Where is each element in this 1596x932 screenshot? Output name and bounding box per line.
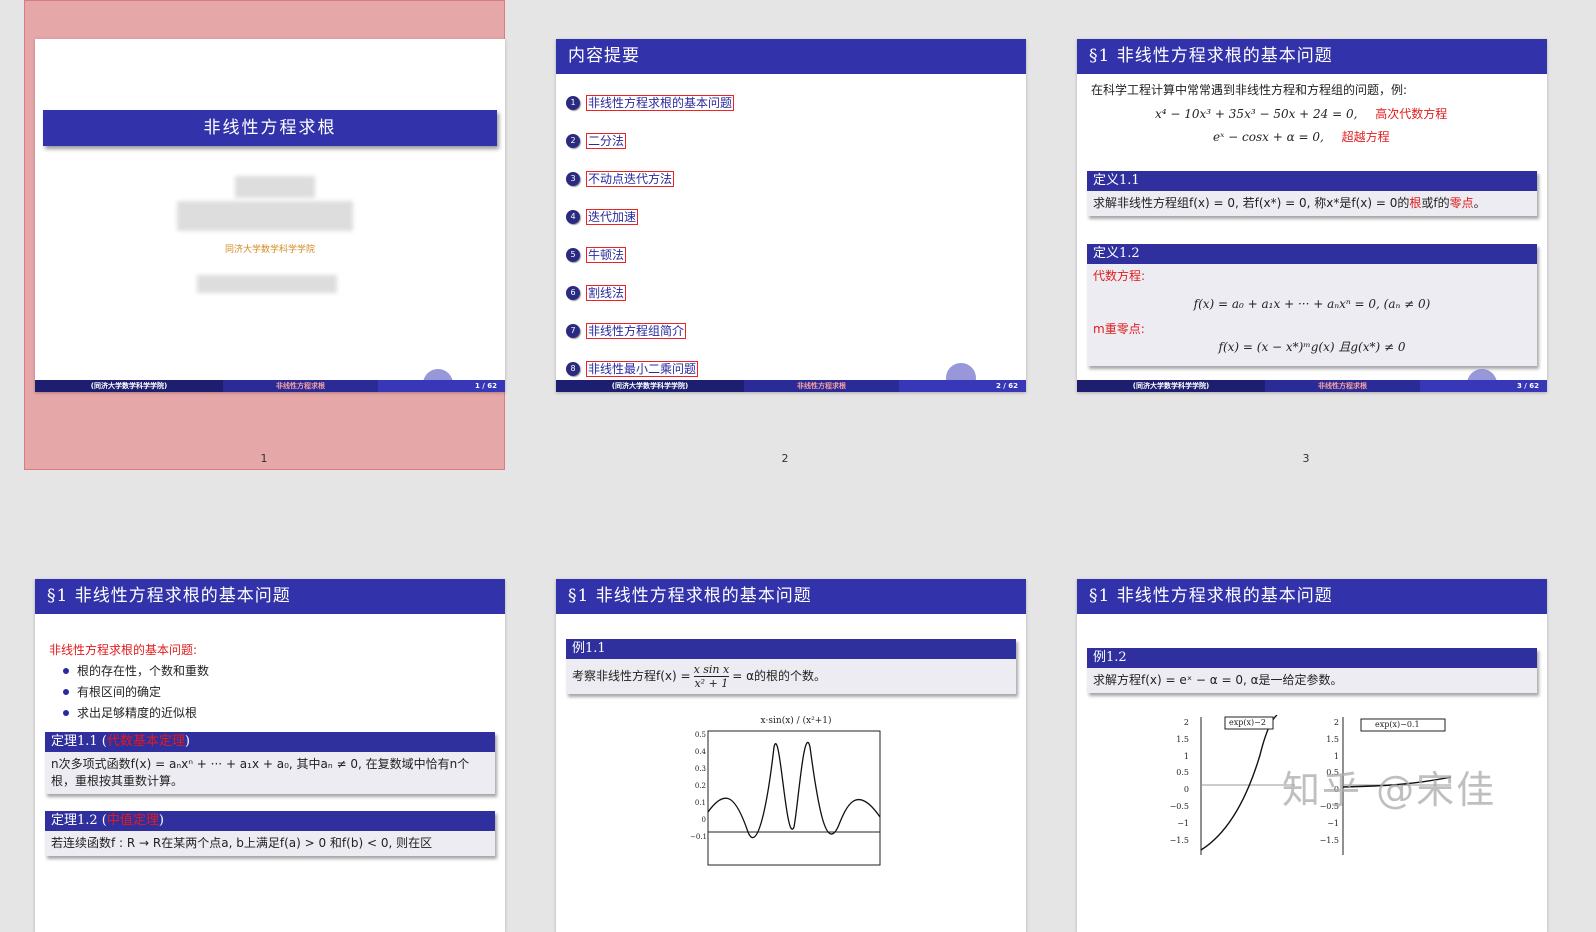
slide-footer: (同济大学数学科学学院) 非线性方程求根 3 / 62 <box>1077 380 1547 392</box>
slide-thumbnail-2[interactable]: 内容提要 1 非线性方程求根的基本问题 2 二分法 3 不动点迭代方法 4 迭代加速 5… <box>556 39 1026 392</box>
footer-page: 1 / 62 <box>378 380 505 392</box>
definition-block-1: 定义1.1 求解非线性方程组f(x) = 0, 若f(x*) = 0, 称x*是… <box>1087 171 1537 216</box>
example-block: 例1.2 求解方程f(x) = eˣ − α = 0, α是一给定参数。 <box>1087 648 1537 693</box>
toc-link[interactable]: 非线性方程求根的基本问题 <box>586 95 735 111</box>
equation-1: x⁴ − 10x³ + 35x³ − 50x + 24 = 0, 高次代数方程 <box>1155 107 1448 121</box>
slide-thumbnail-1[interactable]: 非线性方程求根 同济大学数学科学学院 (同济大学数学科学学院) 非线性方程求根 … <box>35 39 505 392</box>
slide-header: §1 非线性方程求根的基本问题 <box>1077 39 1547 74</box>
mzero-equation: f(x) = (x − x*)ᵐg(x) 且g(x*) ≠ 0 <box>1218 340 1406 354</box>
toc-item[interactable]: 2 二分法 <box>566 133 627 149</box>
page-number-2: 2 <box>781 452 789 465</box>
definition-block-2: 定义1.2 代数方程: f(x) = a₀ + a₁x + ··· + aₙxⁿ… <box>1087 244 1537 366</box>
blurred-date <box>197 275 337 293</box>
example-block: 例1.1 考察非线性方程f(x) = x sin x x² + 1 = α的根的… <box>566 639 1016 694</box>
toc-item[interactable]: 5 牛顿法 <box>566 247 627 263</box>
theorem-block-2: 定理1.2 (中值定理) 若连续函数f : R → R在某两个点a, b上满足f… <box>45 811 495 856</box>
toc-link[interactable]: 二分法 <box>586 133 627 149</box>
toc-item[interactable]: 1 非线性方程求根的基本问题 <box>566 95 735 111</box>
slide-header: §1 非线性方程求根的基本问题 <box>556 579 1026 614</box>
toc-item[interactable]: 6 割线法 <box>566 285 627 301</box>
algebraic-label: 代数方程: <box>1093 269 1146 283</box>
exp-plot-1 <box>1200 715 1295 855</box>
toc-item[interactable]: 3 不动点迭代方法 <box>566 171 675 187</box>
affiliation: 同济大学数学科学学院 <box>224 245 315 255</box>
block-body: 求解非线性方程组f(x) = 0, 若f(x*) = 0, 称x*是f(x) =… <box>1093 196 1486 210</box>
block-title: 定义1.1 <box>1087 171 1537 191</box>
equation-2: eˣ − cosx + α = 0, 超越方程 <box>1213 130 1390 144</box>
footer-left: (同济大学数学科学学院) <box>1077 380 1265 392</box>
toc-link[interactable]: 牛顿法 <box>586 247 627 263</box>
block-title: 定义1.2 <box>1087 244 1537 264</box>
footer-page: 2 / 62 <box>899 380 1026 392</box>
slide-thumbnail-5[interactable]: §1 非线性方程求根的基本问题 例1.1 考察非线性方程f(x) = x sin… <box>556 579 1026 932</box>
y-axis-labels: 0.5 0.4 0.3 0.2 0.1 0 −0.1 <box>690 731 707 841</box>
intro-text: 在科学工程计算中常常遇到非线性方程和方程组的问题，例: <box>1091 83 1408 97</box>
bullet-item: 有根区间的确定 <box>63 683 161 700</box>
legend-2: exp(x)−0.1 <box>1375 720 1420 729</box>
footer-mid: 非线性方程求根 <box>744 380 900 392</box>
legend-1: exp(x)−2 <box>1229 718 1266 727</box>
blurred-author <box>235 176 315 198</box>
slide-footer: (同济大学数学科学学院) 非线性方程求根 1 / 62 <box>35 380 505 392</box>
title-banner: 非线性方程求根 <box>43 110 497 146</box>
lead-text: 非线性方程求根的基本问题: <box>49 643 198 657</box>
slide-thumbnail-3[interactable]: §1 非线性方程求根的基本问题 在科学工程计算中常常遇到非线性方程和方程组的问题… <box>1077 39 1547 392</box>
slide-thumbnail-6[interactable]: §1 非线性方程求根的基本问题 例1.2 求解方程f(x) = eˣ − α =… <box>1077 579 1547 932</box>
blurred-author-2 <box>177 201 353 231</box>
slide-thumbnail-4[interactable]: §1 非线性方程求根的基本问题 非线性方程求根的基本问题: 根的存在性，个数和重… <box>35 579 505 932</box>
block-body: 考察非线性方程f(x) = x sin x x² + 1 = α的根的个数。 <box>572 663 826 690</box>
block-title: 例1.2 <box>1087 648 1537 668</box>
block-title: 定理1.1 (代数基本定理) <box>45 732 495 752</box>
page-number-1: 1 <box>260 452 268 465</box>
bullet-item: 根的存在性，个数和重数 <box>63 662 209 679</box>
slide-footer: (同济大学数学科学学院) 非线性方程求根 2 / 62 <box>556 380 1026 392</box>
footer-left: (同济大学数学科学学院) <box>556 380 744 392</box>
footer-mid: 非线性方程求根 <box>1265 380 1421 392</box>
block-title: 定理1.2 (中值定理) <box>45 811 495 831</box>
block-body: 若连续函数f : R → R在某两个点a, b上满足f(a) > 0 和f(b)… <box>51 836 433 850</box>
footer-mid: 非线性方程求根 <box>223 380 379 392</box>
toc-link[interactable]: 不动点迭代方法 <box>586 171 675 187</box>
footer-left: (同济大学数学科学学院) <box>35 380 223 392</box>
bullet-item: 求出足够精度的近似根 <box>63 704 197 721</box>
toc-link[interactable]: 非线性方程组简介 <box>586 323 687 339</box>
algebraic-equation: f(x) = a₀ + a₁x + ··· + aₙxⁿ = 0, (aₙ ≠ … <box>1193 297 1431 311</box>
toc-item[interactable]: 8 非线性最小二乘问题 <box>566 361 699 377</box>
slide-header: §1 非线性方程求根的基本问题 <box>35 579 505 614</box>
slide-header: §1 非线性方程求根的基本问题 <box>1077 579 1547 614</box>
block-title: 例1.1 <box>566 639 1016 659</box>
footer-page: 3 / 62 <box>1420 380 1547 392</box>
function-plot <box>707 730 881 866</box>
y-axis-labels-1: 2 1.5 1 0.5 0 −0.5 −1 −1.5 <box>1169 718 1189 845</box>
toc-item[interactable]: 7 非线性方程组简介 <box>566 323 687 339</box>
page-number-3: 3 <box>1302 452 1310 465</box>
block-body: 求解方程f(x) = eˣ − α = 0, α是一给定参数。 <box>1093 673 1343 687</box>
plot-title: x·sin(x) / (x²+1) <box>760 716 832 726</box>
watermark: 知乎 @宋佳 <box>1282 768 1497 812</box>
slide-title: 非线性方程求根 <box>203 118 337 138</box>
toc-link[interactable]: 割线法 <box>586 285 627 301</box>
toc-link[interactable]: 迭代加速 <box>586 209 639 225</box>
toc-link[interactable]: 非线性最小二乘问题 <box>586 361 699 377</box>
theorem-block-1: 定理1.1 (代数基本定理) n次多项式函数f(x) = aₙxⁿ + ··· … <box>45 732 495 794</box>
slide-header: 内容提要 <box>556 39 1026 74</box>
block-body: n次多项式函数f(x) = aₙxⁿ + ··· + a₁x + a₀, 其中a… <box>51 757 470 788</box>
toc-item[interactable]: 4 迭代加速 <box>566 209 639 225</box>
